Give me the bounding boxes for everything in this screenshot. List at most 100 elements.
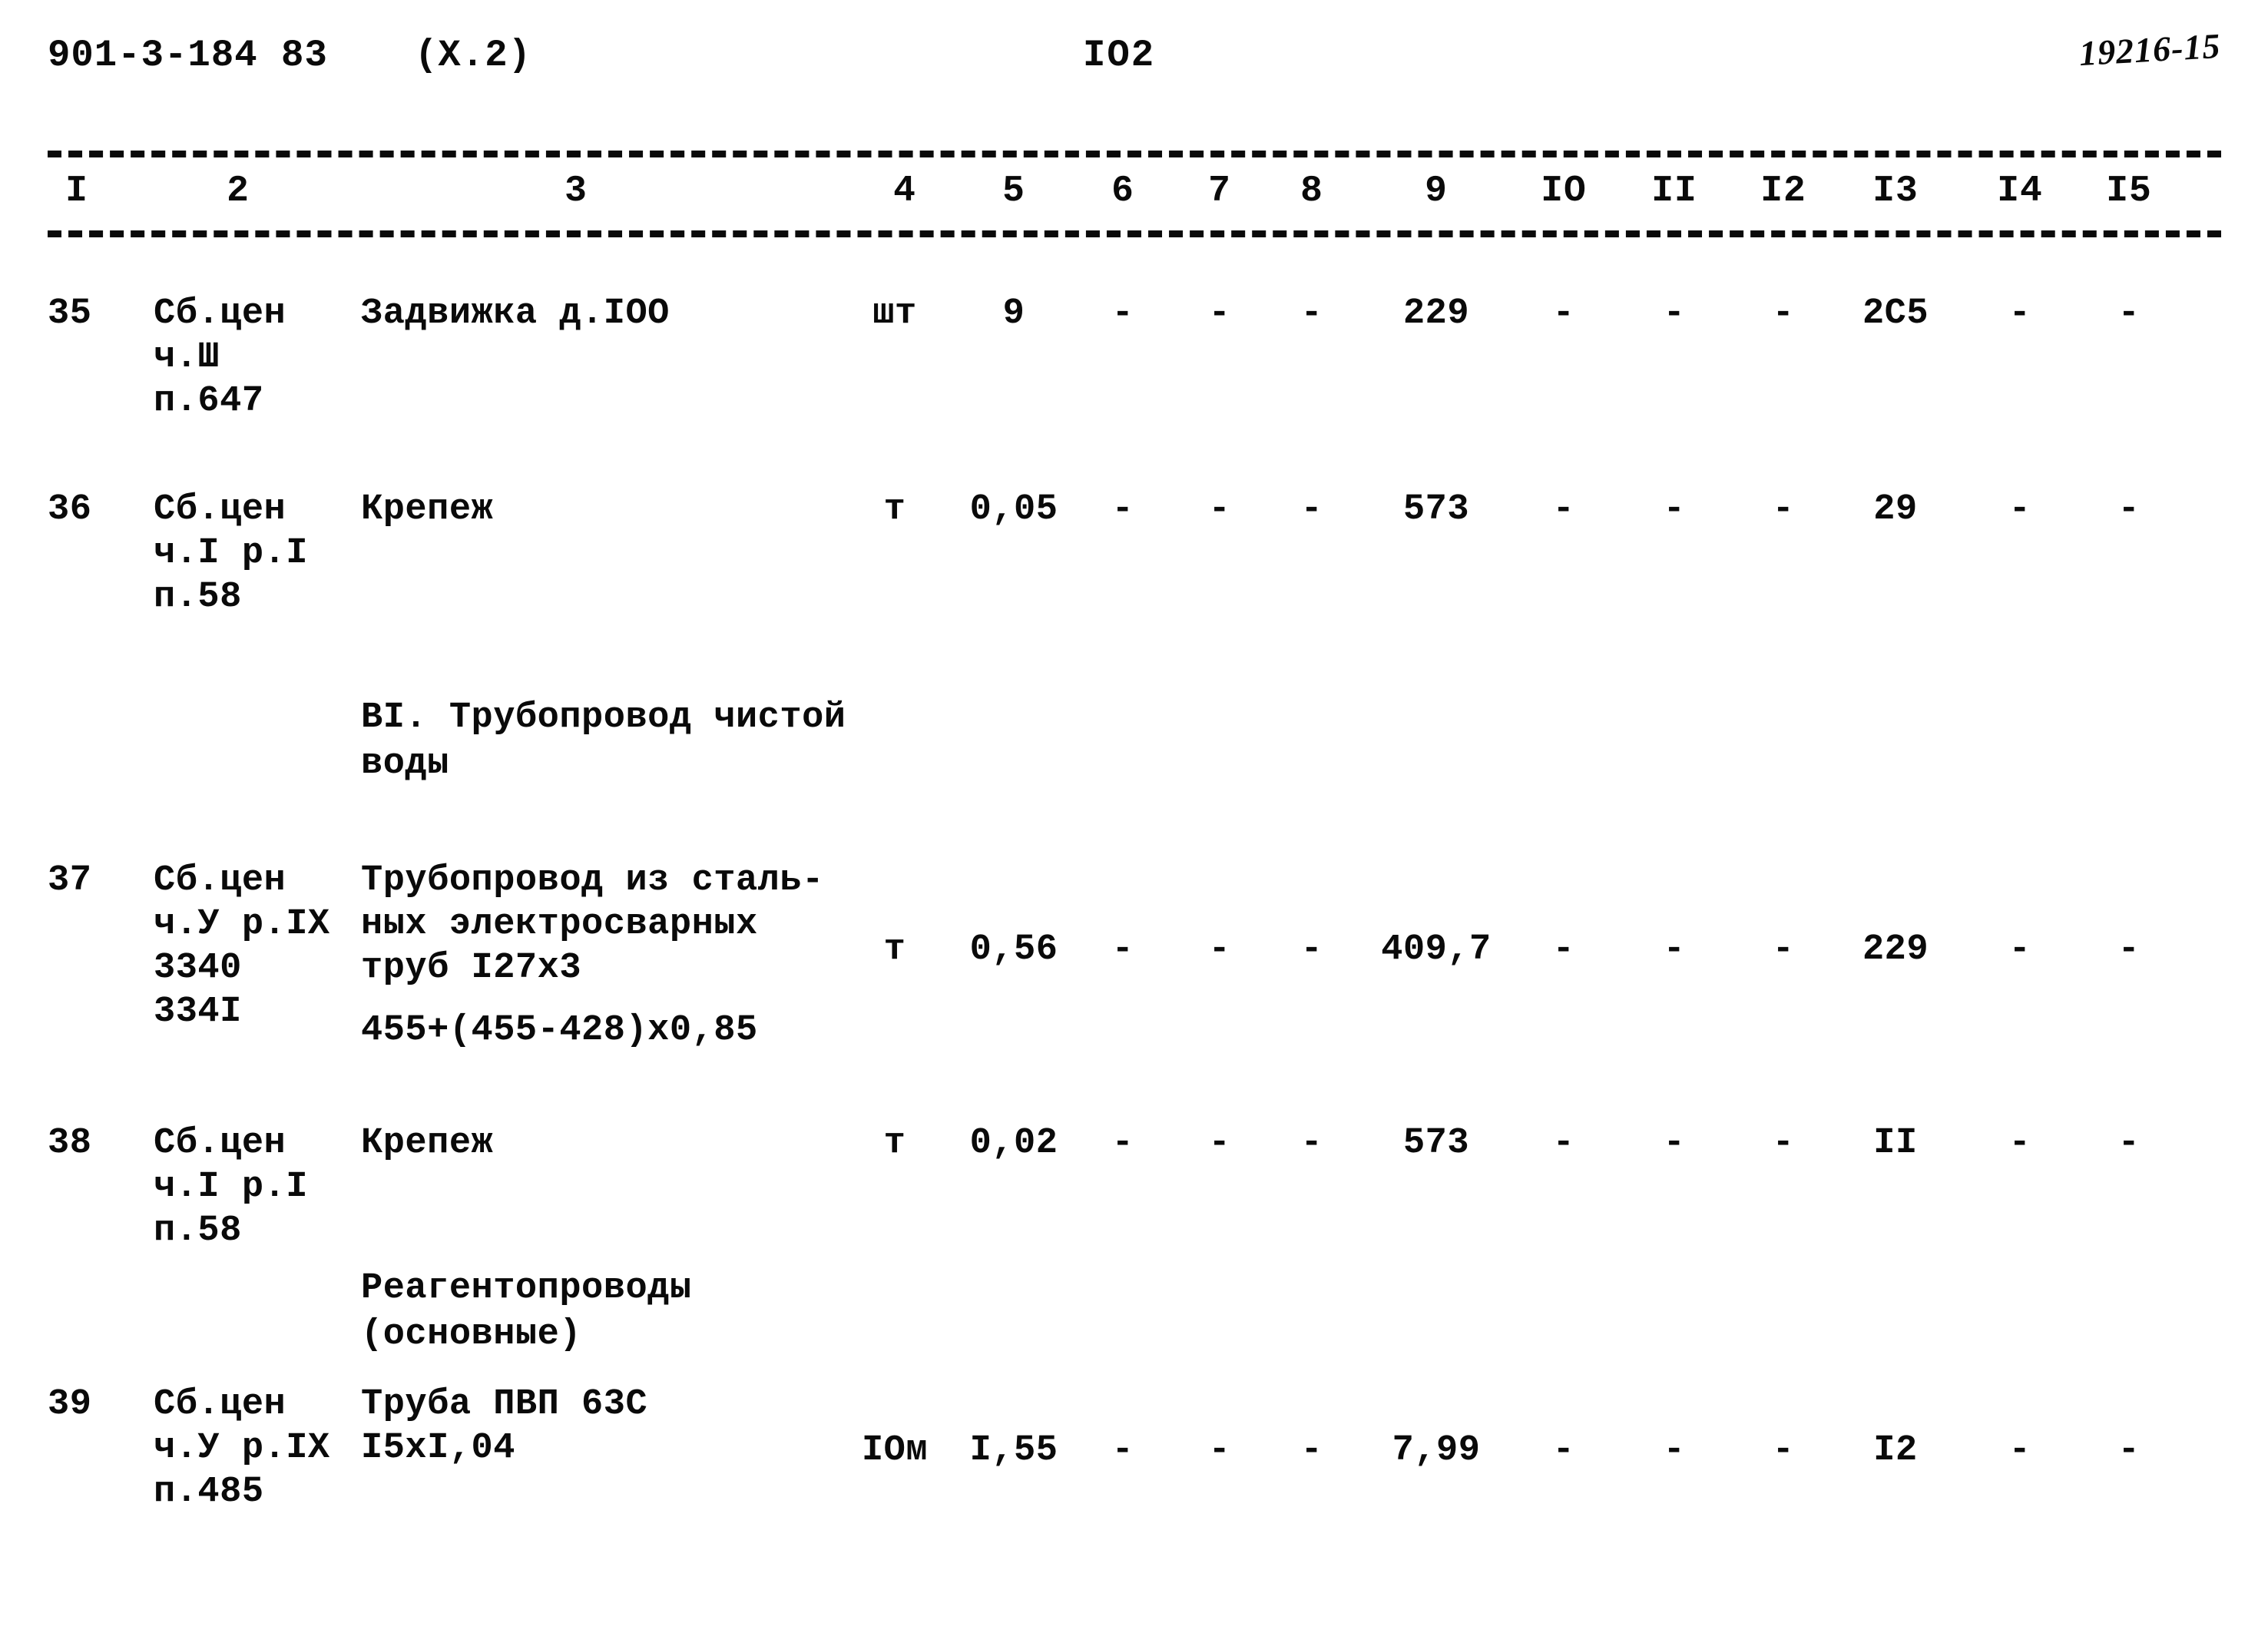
row-col11: - (1663, 1430, 1686, 1471)
row-col15: - (2117, 929, 2141, 970)
row-col10: - (1552, 929, 1575, 970)
row-col7: - (1208, 489, 1231, 530)
row-col13: II (1873, 1123, 1918, 1164)
row-unit: IOм (861, 1430, 929, 1471)
row-col15: - (2117, 489, 2141, 530)
column-header-2: 2 (227, 171, 250, 212)
row-unit: т (883, 1123, 906, 1164)
row-description: Трубопровод из сталь- ных электросварных… (361, 860, 824, 989)
row-col7: - (1208, 1123, 1231, 1164)
page-number: IO2 (1083, 34, 1156, 77)
row-col12: - (1772, 1430, 1795, 1471)
row-col8: - (1300, 293, 1323, 334)
row-col8: - (1300, 489, 1323, 530)
section-heading-reagent-pipelines: Реагентопроводы (основные) (361, 1268, 692, 1355)
row-col13: 2C5 (1862, 293, 1929, 334)
row-col15: - (2117, 293, 2141, 334)
row-col5: 0,56 (969, 929, 1058, 970)
column-header-11: II (1651, 171, 1697, 212)
row-col10: - (1552, 293, 1575, 334)
row-col5: 0,02 (969, 1123, 1058, 1164)
row-description: Крепеж (361, 489, 494, 530)
row-description: Труба ПВП 63С I5хI,04 (361, 1384, 648, 1469)
row-price-code: Сб.цен ч.У р.IX 3340 334I (154, 860, 330, 1032)
row-col11: - (1663, 489, 1686, 530)
page-header: 901-3-184 83 (X.2) IO2 19216-15 (0, 26, 2268, 88)
table-bottom-divider (48, 230, 2221, 237)
table-top-divider (48, 151, 2221, 157)
row-number: 39 (48, 1384, 92, 1425)
row-col6: - (1111, 293, 1134, 334)
row-col12: - (1772, 489, 1795, 530)
row-col9: 573 (1402, 489, 1470, 530)
row-col12: - (1772, 293, 1795, 334)
row-col14: - (2008, 293, 2031, 334)
archive-stamp: 19216-15 (2078, 25, 2222, 74)
row-col13: 29 (1873, 489, 1918, 530)
row-col8: - (1300, 929, 1323, 970)
row-col9: 573 (1402, 1123, 1470, 1164)
row-col9: 229 (1402, 293, 1470, 334)
row-col14: - (2008, 489, 2031, 530)
column-header-13: I3 (1872, 171, 1919, 212)
row-description: Крепеж (361, 1123, 494, 1164)
row-col9: 7,99 (1392, 1430, 1481, 1471)
column-header-10: IO (1541, 171, 1587, 212)
row-col7: - (1208, 929, 1231, 970)
section-heading-clean-water-pipeline: ВI. Трубопровод чистой воды (361, 697, 846, 784)
row-col10: - (1552, 1123, 1575, 1164)
document-part: (X.2) (415, 34, 532, 77)
column-header-14: I4 (1997, 171, 2043, 212)
row-col6: - (1111, 1123, 1134, 1164)
row-col7: - (1208, 1430, 1231, 1471)
column-header-12: I2 (1760, 171, 1806, 212)
row-col6: - (1111, 929, 1134, 970)
row-price-code: Сб.цен ч.I р.I п.58 (154, 489, 308, 618)
column-header-4: 4 (893, 171, 916, 212)
row-col14: - (2008, 929, 2031, 970)
row-col7: - (1208, 293, 1231, 334)
table-column-headers: I 2 3 4 5 6 7 8 9 IO II I2 I3 I4 I5 (0, 171, 2268, 224)
row-col12: - (1772, 929, 1795, 970)
column-header-15: I5 (2106, 171, 2152, 212)
row-price-code: Сб.цен ч.У р.IX п.485 (154, 1384, 330, 1512)
row-number: 38 (48, 1123, 92, 1164)
row-number: 35 (48, 293, 92, 334)
column-header-1: I (65, 171, 88, 212)
row-col8: - (1300, 1123, 1323, 1164)
column-header-9: 9 (1425, 171, 1448, 212)
row-col11: - (1663, 929, 1686, 970)
column-header-7: 7 (1208, 171, 1231, 212)
column-header-6: 6 (1111, 171, 1134, 212)
row-col5: 9 (1002, 293, 1025, 334)
row-col6: - (1111, 489, 1134, 530)
row-unit: шт (872, 293, 917, 334)
row-col15: - (2117, 1430, 2141, 1471)
row-number: 36 (48, 489, 92, 530)
row-col5: 0,05 (969, 489, 1058, 530)
row-col11: - (1663, 1123, 1686, 1164)
column-header-5: 5 (1002, 171, 1025, 212)
column-header-8: 8 (1300, 171, 1323, 212)
row-col9: 409,7 (1381, 929, 1492, 970)
row-col10: - (1552, 1430, 1575, 1471)
row-unit: т (883, 489, 906, 530)
row-col10: - (1552, 489, 1575, 530)
row-col6: - (1111, 1430, 1134, 1471)
row-description: Задвижка д.IOO (361, 293, 670, 334)
row-number: 37 (48, 860, 92, 901)
column-header-3: 3 (565, 171, 588, 212)
row-price-code: Сб.цен ч.Ш п.647 (154, 293, 286, 422)
row-unit: т (883, 929, 906, 970)
row-col14: - (2008, 1123, 2031, 1164)
row-col11: - (1663, 293, 1686, 334)
row-price-code: Сб.цен ч.I р.I п.58 (154, 1123, 308, 1251)
row-col13: I2 (1873, 1430, 1918, 1471)
row-37-calculation-formula: 455+(455-428)х0,85 (361, 1010, 758, 1051)
row-col12: - (1772, 1123, 1795, 1164)
row-col5: I,55 (969, 1430, 1058, 1471)
scanned-document-page: 901-3-184 83 (X.2) IO2 19216-15 I 2 3 4 … (0, 0, 2268, 1633)
row-col15: - (2117, 1123, 2141, 1164)
row-col14: - (2008, 1430, 2031, 1471)
document-number: 901-3-184 83 (48, 34, 328, 77)
